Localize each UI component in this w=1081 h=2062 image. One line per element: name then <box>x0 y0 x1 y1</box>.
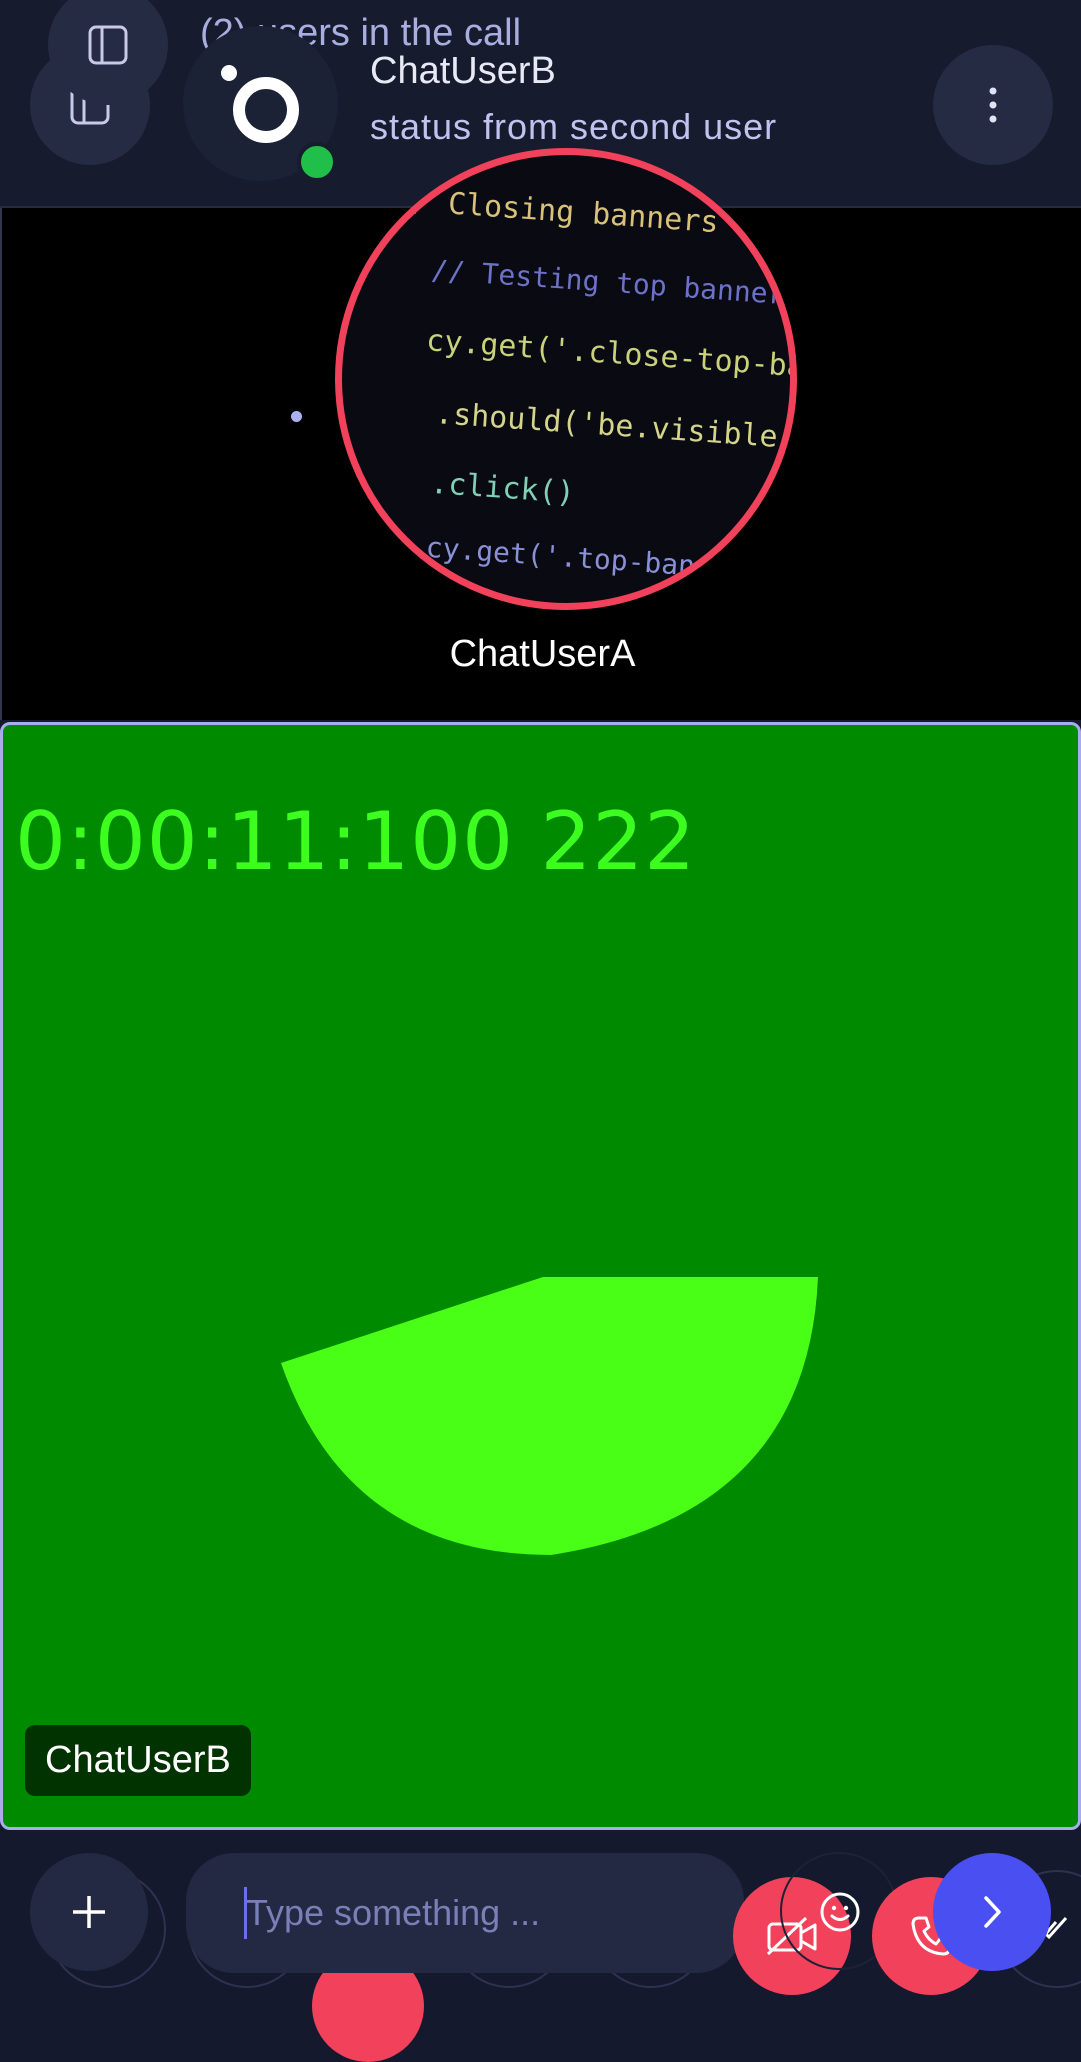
text-caret <box>244 1887 247 1939</box>
local-video-tile[interactable]: 0:00:11:100 222 ChatUserB <box>0 722 1081 1830</box>
code-line: // Testing top banner <box>430 253 786 311</box>
audio-indicator-dot <box>291 411 302 422</box>
contact-name[interactable]: ChatUserB <box>370 50 556 93</box>
local-participant-name: ChatUserB <box>25 1725 251 1796</box>
chevron-right-icon <box>984 1896 1001 1928</box>
remote-participant-avatar: // Closing banners should close banners'… <box>335 148 797 610</box>
chat-input-bar <box>0 1830 1081 2062</box>
remote-video-tile[interactable]: // Closing banners should close banners'… <box>0 148 1081 720</box>
message-input[interactable] <box>244 1881 718 1945</box>
sidebar-icon <box>88 25 128 65</box>
code-line: .should('be.visible') <box>434 396 797 458</box>
emoji-icon <box>820 1892 860 1932</box>
send-button[interactable] <box>933 1853 1051 1971</box>
test-video-shape <box>281 1277 818 1555</box>
message-composer <box>186 1853 744 1973</box>
contact-status: status from second user <box>370 106 778 147</box>
code-line: cy.get('.close-top-banner-btn') <box>425 323 797 398</box>
more-options-button[interactable] <box>933 45 1053 165</box>
more-vertical-icon <box>989 87 997 123</box>
plus-icon <box>73 1896 105 1928</box>
code-line: cy.get('.top-banner') <box>424 530 781 589</box>
online-status-dot <box>297 142 337 182</box>
add-attachment-button[interactable] <box>30 1853 148 1971</box>
remote-participant-name: ChatUserA <box>449 633 636 675</box>
code-line: .click() <box>429 465 576 511</box>
